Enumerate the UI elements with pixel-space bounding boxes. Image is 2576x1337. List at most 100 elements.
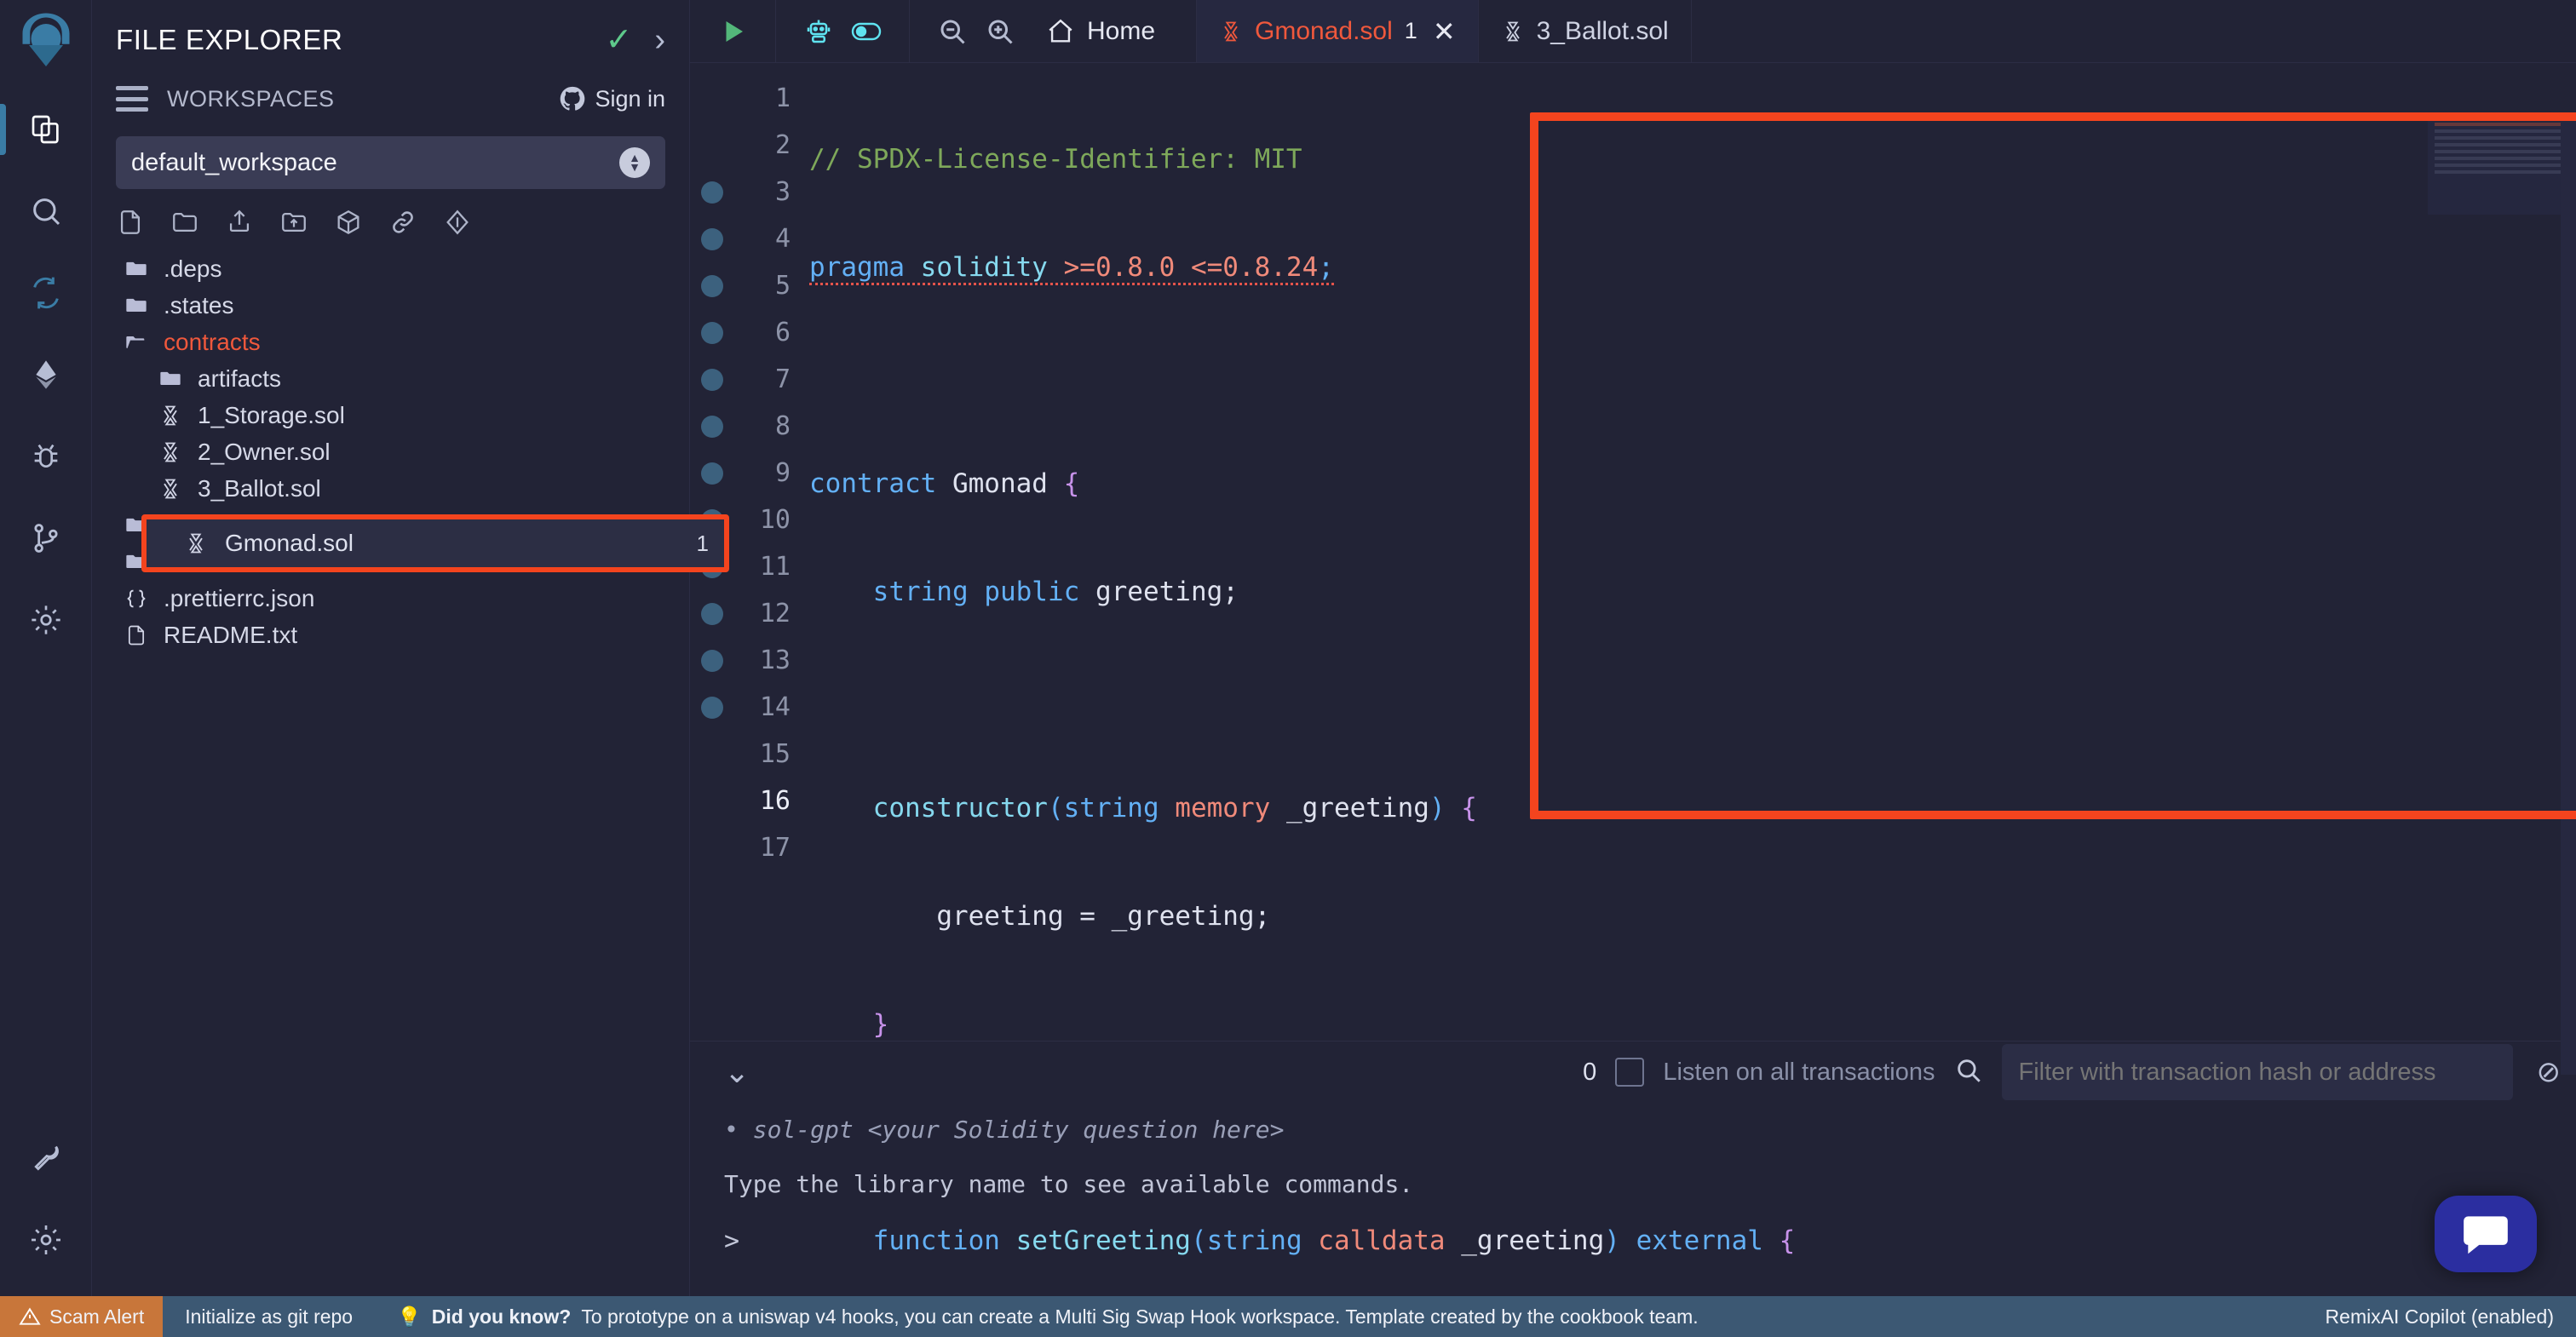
breakpoint-dot[interactable] (690, 169, 734, 215)
list-item[interactable]: 2_Owner.sol (92, 433, 689, 470)
file-explorer-panel: FILE EXPLORER ✓ › WORKSPACES Sign in def… (92, 0, 690, 1296)
breakpoint-dot[interactable] (690, 590, 734, 637)
sign-in-button[interactable]: Sign in (558, 84, 665, 113)
tab-3-ballot-sol[interactable]: 3_Ballot.sol (1479, 0, 1692, 62)
sidebar-item-deploy[interactable] (0, 334, 92, 416)
zoom-in-icon[interactable] (976, 0, 1024, 62)
new-folder-icon[interactable] (170, 208, 199, 237)
line-number: 12 (734, 590, 791, 637)
list-item[interactable]: .prettierrc.json (92, 580, 689, 617)
breakpoint-dot[interactable] (690, 262, 734, 309)
chevron-down-icon[interactable]: ⌄ (705, 1054, 768, 1090)
code-line (809, 677, 2576, 724)
line-number: 17 (734, 824, 791, 871)
file-explorer-header: FILE EXPLORER ✓ › (92, 0, 689, 72)
list-item[interactable]: 1_Storage.sol (92, 397, 689, 433)
sidebar-item-search[interactable] (0, 170, 92, 252)
editor-scrollbar[interactable] (2561, 112, 2576, 1075)
list-item[interactable]: README.txt (92, 617, 689, 653)
remix-ide-window: FILE EXPLORER ✓ › WORKSPACES Sign in def… (0, 0, 2576, 1337)
package-icon[interactable] (334, 208, 363, 237)
code-line (809, 353, 2576, 399)
editor-toolbar: Home Gmonad.sol 1 ✕ 3_Ballot.sol (690, 0, 2576, 63)
breakpoint-dot[interactable] (690, 450, 734, 496)
list-item-label: contracts (164, 329, 261, 356)
breakpoint-dot[interactable] (690, 684, 734, 731)
list-item-label: 1_Storage.sol (198, 402, 345, 429)
hamburger-menu-icon[interactable] (116, 86, 148, 112)
list-item-gmonad-sol[interactable]: Gmonad.sol 1 (141, 514, 729, 572)
scam-alert-button[interactable]: Scam Alert (0, 1296, 163, 1337)
plugin-wrench-icon[interactable] (0, 1117, 92, 1199)
code-line: greeting = _greeting; (809, 893, 2576, 940)
file-icon (124, 623, 158, 647)
line-number-current: 16 (734, 778, 791, 824)
code-line (809, 1110, 2576, 1156)
list-item[interactable]: artifacts (92, 360, 689, 397)
settings-gear-icon[interactable] (0, 1199, 92, 1281)
code-line: } (809, 1001, 2576, 1048)
code-editor[interactable]: 1 2 3 4 5 6 7 8 9 10 11 12 13 14 15 16 1 (690, 63, 2576, 1041)
zoom-group: Home (910, 0, 1197, 62)
line-number: 9 (734, 450, 791, 496)
solidity-icon (1219, 20, 1243, 43)
remix-ai-robot-icon[interactable] (795, 0, 842, 62)
list-item-label: Gmonad.sol (225, 530, 354, 557)
sidebar-item-plugin-manager[interactable] (0, 579, 92, 661)
chat-bubble-icon (2459, 1208, 2512, 1260)
upload-folder-icon[interactable] (279, 208, 308, 237)
editor-minimap[interactable] (2428, 112, 2573, 215)
list-item-label: .deps (164, 255, 222, 283)
tab-gmonad-sol[interactable]: Gmonad.sol 1 ✕ (1197, 0, 1479, 62)
git-init-button[interactable]: Initialize as git repo (163, 1305, 375, 1328)
list-item[interactable]: 3_Ballot.sol (92, 470, 689, 507)
link-icon[interactable] (388, 208, 417, 237)
code-content[interactable]: // SPDX-License-Identifier: MIT pragma s… (791, 63, 2576, 1041)
list-item[interactable]: .deps (92, 250, 689, 287)
check-icon[interactable]: ✓ (606, 24, 633, 56)
code-line: // SPDX-License-Identifier: MIT (809, 136, 2576, 183)
solidity-icon (158, 404, 193, 427)
solidity-icon (158, 477, 193, 501)
list-item-label: .prettierrc.json (164, 585, 314, 612)
warning-triangle-icon (19, 1305, 41, 1328)
line-number: 3 (734, 169, 791, 215)
sidebar-item-debugger[interactable] (0, 416, 92, 497)
line-number: 8 (734, 403, 791, 450)
new-file-icon[interactable] (116, 208, 145, 237)
git-branch-icon[interactable] (443, 208, 472, 237)
breakpoint-dot[interactable] (690, 356, 734, 403)
close-icon[interactable]: ✕ (1433, 15, 1456, 48)
lightbulb-icon: 💡 (397, 1305, 422, 1328)
list-item[interactable]: .states (92, 287, 689, 324)
gutter-slot (690, 122, 734, 169)
line-number: 4 (734, 215, 791, 262)
run-group (690, 0, 776, 62)
workspace-select[interactable]: default_workspace ▲▼ (116, 136, 665, 189)
zoom-out-icon[interactable] (929, 0, 976, 62)
sidebar-item-git[interactable] (0, 497, 92, 579)
sidebar-item-compiler[interactable] (0, 252, 92, 334)
breakpoint-dot[interactable] (690, 309, 734, 356)
breakpoint-dot[interactable] (690, 637, 734, 684)
code-line: greeting = _greeting; (809, 1326, 2576, 1337)
sidebar-item-file-explorer[interactable] (0, 89, 92, 170)
ai-toggle-switch[interactable] (842, 0, 890, 62)
run-script-button[interactable] (709, 0, 756, 62)
line-number-gutter: 1 2 3 4 5 6 7 8 9 10 11 12 13 14 15 16 1 (734, 63, 791, 1041)
activity-bar (0, 0, 92, 1296)
chevron-right-icon[interactable]: › (654, 24, 665, 56)
copilot-chat-button[interactable] (2435, 1196, 2537, 1272)
publish-to-gist-icon[interactable] (225, 208, 254, 237)
list-item-label: 2_Owner.sol (198, 439, 331, 466)
list-item-contracts[interactable]: contracts (92, 324, 689, 360)
line-number: 13 (734, 637, 791, 684)
home-tab[interactable]: Home (1024, 17, 1177, 46)
solidity-icon (184, 531, 225, 555)
list-item-label: 3_Ballot.sol (198, 475, 321, 502)
breakpoint-dot[interactable] (690, 403, 734, 450)
json-icon (124, 587, 158, 611)
breakpoint-dot[interactable] (690, 215, 734, 262)
folder-icon (124, 257, 158, 281)
chevron-updown-icon[interactable]: ▲▼ (619, 147, 650, 178)
